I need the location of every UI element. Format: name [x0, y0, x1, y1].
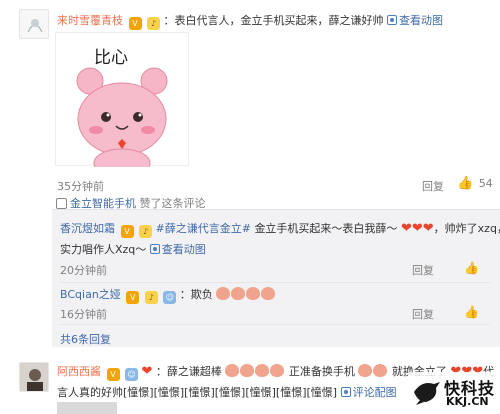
vip-badge-icon: V [126, 291, 140, 304]
picture-icon [387, 15, 397, 25]
reply-button[interactable]: 回复 [412, 262, 434, 278]
reply-like-button[interactable]: 👍 [464, 261, 479, 275]
comment-header: 来时雪覆青枝 V ♪ ：表白代言人，金立手机买起来，薛之谦好帅 查看动图 [57, 12, 443, 30]
comment-time: 35分钟前 [57, 180, 104, 193]
divider [60, 282, 490, 283]
thumb-up-icon: 👍 [457, 176, 474, 191]
member-badge-icon: ☺ [163, 291, 177, 304]
heart-icon: ❤ [400, 221, 412, 236]
comment-like-button[interactable]: 👍 54 [457, 176, 493, 191]
comment-text: 言人真的好帅[憧憬][憧憬][憧憬][憧憬][憧憬][憧憬][憧憬] [57, 386, 338, 399]
reply-username-link[interactable]: 香沉煜如霜 [60, 222, 115, 235]
emoji-icon [225, 364, 240, 377]
emoji-icon [240, 364, 255, 377]
divider [60, 324, 490, 325]
emoji-icon [358, 364, 373, 377]
picture-icon [149, 244, 160, 254]
view-anim-link[interactable]: 查看动图 [387, 14, 443, 27]
heart-icon: ❤ [411, 221, 423, 236]
username-link[interactable]: 阿西西酱 [57, 365, 101, 378]
emoji-icon [231, 287, 246, 300]
fan-badge-icon: ♪ [139, 225, 152, 238]
comment-text: 正准备换手机 [288, 365, 355, 378]
bird-logo-icon [414, 382, 440, 405]
heart-icon: ❤ [141, 364, 153, 379]
heart-icon: ❤ [422, 221, 434, 236]
reply-time: 16分钟前 [60, 308, 107, 321]
like-icon [56, 198, 67, 209]
reply-item: BCqian之娅 V ♪ ☺ ：欺负 [60, 286, 276, 304]
vip-badge-icon: V [128, 17, 142, 30]
emoji-icon [270, 364, 285, 377]
reply-text: ：欺负 [179, 288, 213, 301]
view-anim-link[interactable]: 查看动图 [149, 243, 206, 256]
comment-text-line2: 言人真的好帅[憧憬][憧憬][憧憬][憧憬][憧憬][憧憬][憧憬] 评论配图 [57, 384, 397, 400]
watermark-logo: 快科技 KKJ.CN [408, 372, 498, 412]
picture-icon [340, 387, 351, 397]
member-badge-icon: ☺ [125, 368, 138, 381]
fan-badge-icon: ♪ [144, 291, 158, 304]
reply-button[interactable]: 回复 [422, 178, 444, 194]
avatar[interactable] [19, 362, 49, 392]
emoji-icon [216, 287, 231, 300]
avatar[interactable] [19, 9, 49, 39]
reply-item: 香沉煜如霜 V ♪ #薛之谦代言金立# 金立手机买起来～表白我薛～ ❤❤❤，帅炸… [60, 220, 500, 238]
sticker-caption: 比心 [94, 48, 128, 68]
emoji-icon [255, 364, 270, 377]
comment-text: ：薛之谦超棒 [155, 365, 222, 378]
reply-text: 金立手机买起来～表白我薛～ [254, 222, 398, 235]
comment-sticker-image[interactable]: 比心 [55, 32, 189, 178]
vip-badge-icon: V [120, 225, 134, 238]
emoji-icon [373, 364, 388, 377]
view-all-replies-link[interactable]: 共6条回复 [60, 331, 111, 347]
reply-username-link[interactable]: BCqian之娅 [60, 288, 121, 301]
watermark-domain: KKJ.CN [446, 395, 489, 408]
vip-badge-icon: V [106, 368, 120, 381]
emoji-icon [246, 287, 261, 300]
reply-button[interactable]: 回复 [412, 306, 434, 322]
reply-time: 20分钟前 [60, 264, 107, 277]
reply-text: 实力唱作人Xzq～ [60, 243, 147, 256]
username-link[interactable]: 来时雪覆青枝 [57, 14, 123, 27]
hashtag-link[interactable]: #薛之谦代言金立# [156, 222, 251, 235]
comment-text: ：表白代言人，金立手机买起来，薛之谦好帅 [163, 14, 384, 27]
reply-text: ，帅炸了xzq， [433, 222, 500, 235]
comment-image-link[interactable]: 评论配图 [340, 386, 397, 399]
reply-item-line2: 实力唱作人Xzq～ 查看动图 [60, 241, 206, 257]
like-count: 54 [478, 177, 493, 190]
comment-image-thumb[interactable] [57, 402, 117, 414]
fan-badge-icon: ♪ [147, 17, 160, 30]
emoji-icon [261, 287, 276, 300]
reply-like-button[interactable]: 👍 [464, 305, 479, 319]
